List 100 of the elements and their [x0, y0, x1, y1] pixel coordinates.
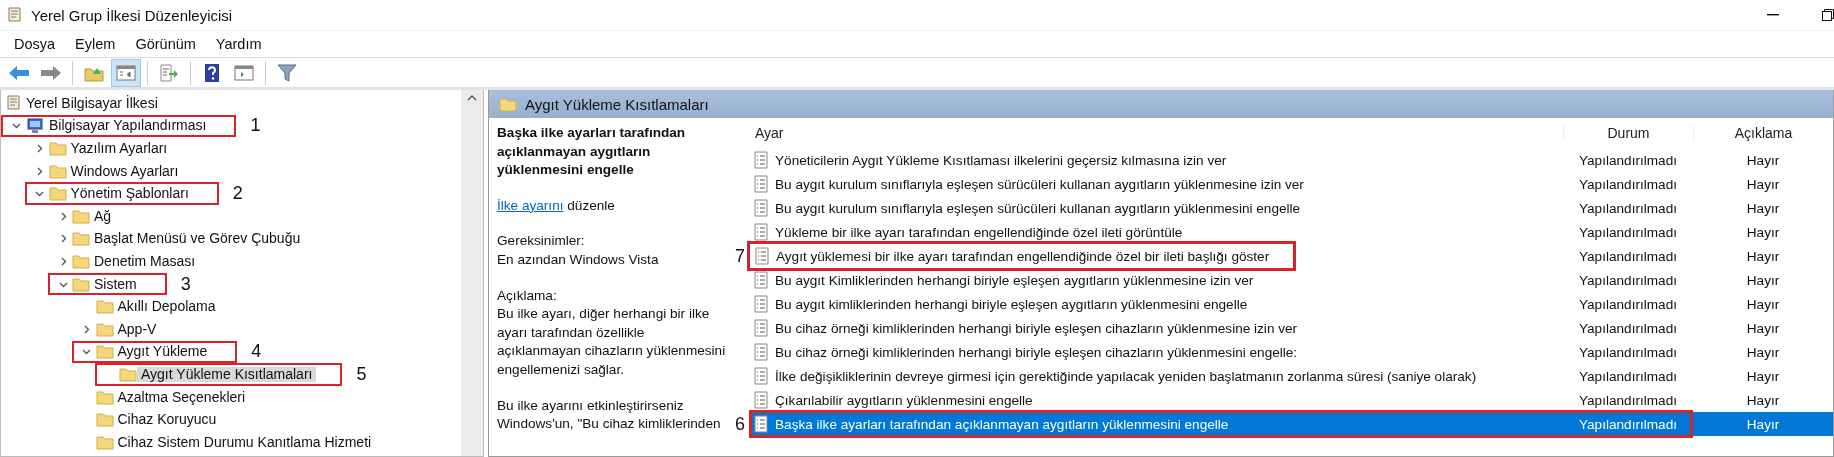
column-header[interactable]: Durum [1563, 125, 1693, 141]
tree-item[interactable]: Cihaz Sistem Durumu Kanıtlama Hizmeti [113, 434, 376, 450]
list-row[interactable]: Bu cihaz örneği kimliklerinden herhangi biriyle eşleşen cihazların yüklenmesini engelle: Yapılandırılmadı Hayır [751, 340, 1833, 364]
forward-arrow-icon [40, 64, 62, 81]
list-row[interactable]: Bu aygıt Kimliklerinden herhangi biriyle eşleşen aygıtların yüklenmesine izin ver Yapılandırılmadı Hayır [751, 268, 1833, 292]
explanation-text: Bu ilke ayarı, diğer herhangi bir ilke ayarı tarafından özellikle açıklanmayan cihazların yüklenmesini engellemenizi sağlar. [497, 305, 727, 379]
comment-cell-text: Hayır [1745, 416, 1781, 432]
requirements-text: En azından Windows Vista [497, 250, 659, 269]
setting-name: Bu aygıt kimliklerinden herhangi biriyle eşleşen aygıtların yüklenmesini engelle [775, 296, 1248, 312]
menu-item[interactable]: Eylem [65, 33, 126, 55]
list-row[interactable]: Yöneticilerin Aygıt Yükleme Kısıtlaması ilkelerini geçersiz kılmasına izin ver Yapılandırılmadı Hayır [751, 148, 1833, 172]
export-list-icon [159, 63, 179, 82]
menu-item[interactable]: Dosya [4, 33, 66, 55]
comment-cell-text: Hayır [1745, 176, 1781, 192]
list-row[interactable]: Bu cihaz örneği kimliklerinden herhangi biriyle eşleşen cihazların yüklenmesine izin ver Yapılandırılmadı Hayır [751, 316, 1833, 340]
folder-icon [95, 412, 114, 428]
requirements-label: Gereksinimler: [497, 232, 585, 251]
status-cell-text: Yapılandırılmadı [1578, 152, 1678, 168]
list-row[interactable]: Bu aygıt kurulum sınıflarıyla eşleşen sürücüleri kullanan aygıtların yüklenmesine izin ver Yapılandırılmadı Hayır [751, 172, 1833, 196]
window-title: Yerel Grup İlkesi Düzenleyicisi [31, 6, 234, 24]
setting-icon [754, 247, 770, 265]
setting-name: Bu cihaz örneği kimliklerinden herhangi biriyle eşleşen cihazların yüklenmesini engelle: [775, 344, 1298, 360]
setting-icon [753, 271, 769, 289]
column-header[interactable]: Açıklama [1693, 125, 1833, 141]
help-icon [204, 62, 220, 83]
list-row[interactable]: İlke değişikliklerinin devreye girmesi için gerektiğinde yapılacak yeniden başlatmanın zorlanma süresi (saniye olarak) Yapılandırılmadı Hayır [751, 364, 1833, 388]
expand-icon[interactable] [82, 324, 91, 334]
comment-cell-text: Hayır [1745, 296, 1781, 312]
collapse-icon[interactable] [11, 121, 21, 131]
tree-item[interactable]: Denetim Masası [90, 253, 200, 269]
setting-name: Bu aygıt kurulum sınıflarıyla eşleşen sürücüleri kullanan aygıtların yüklenmesini engelle [775, 200, 1301, 216]
filter-icon [277, 63, 297, 82]
collapse-icon[interactable] [35, 189, 44, 199]
scroll-up-icon[interactable] [467, 94, 477, 101]
expand-icon[interactable] [35, 144, 44, 153]
callout-number: 3 [180, 273, 191, 295]
setting-name: Bu aygıt kurulum sınıflarıyla eşleşen sürücüleri kullanan aygıtların yüklenmesine izin ver [775, 176, 1304, 192]
folder-icon [95, 344, 114, 360]
status-cell-text: Yapılandırılmadı [1578, 176, 1678, 192]
explanation-text: Bu ilke ayarını etkinleştirirseniz Windows'un, "Bu cihaz kimliklerinden [497, 396, 722, 434]
menu-item[interactable]: Yardım [205, 33, 272, 55]
list-row[interactable]: Bu aygıt kurulum sınıflarıyla eşleşen sürücüleri kullanan aygıtların yüklenmesini engelle Yapılandırılmadı Hayır [751, 196, 1833, 220]
folder-icon [95, 434, 114, 450]
minimize-icon [1767, 14, 1779, 16]
callout-number: 6 [735, 413, 745, 435]
column-header[interactable]: Ayar [751, 125, 1563, 141]
setting-icon [753, 223, 769, 241]
expand-icon[interactable] [35, 166, 44, 176]
list-row[interactable]: Yükleme bir ilke ayarı tarafından engellendiğinde özel ileti görüntüle Yapılandırılmadı Hayır [751, 220, 1833, 244]
panel-title: Aygıt Yükleme Kısıtlamaları [525, 95, 709, 113]
callout-number: 4 [251, 341, 262, 363]
status-cell-text: Yapılandırılmadı [1578, 392, 1678, 408]
tree-item[interactable]: Başlat Menüsü ve Görev Çubuğu [90, 231, 305, 247]
setting-name: Bu cihaz örneği kimliklerinden herhangi biriyle eşleşen cihazların yüklenmesine izin ver [775, 320, 1298, 336]
comment-cell-text: Hayır [1745, 272, 1781, 288]
tree-item[interactable]: Windows Ayarları [66, 163, 183, 179]
setting-name: Başka ilke ayarları tarafından açıklanmayan aygıtların yüklenmesini engelle [775, 416, 1229, 432]
folder-icon [95, 321, 114, 337]
tree-item[interactable]: Cihaz Koruyucu [113, 412, 221, 428]
app-icon [6, 6, 23, 24]
comment-cell-text: Hayır [1745, 392, 1781, 408]
tree-item[interactable]: Akıllı Depolama [113, 299, 220, 315]
status-cell-text: Yapılandırılmadı [1578, 344, 1678, 360]
status-cell-text: Yapılandırılmadı [1578, 200, 1678, 216]
tree-item[interactable]: Ağ [90, 208, 116, 224]
comment-cell-text: Hayır [1745, 200, 1781, 216]
tree-item[interactable]: Yönetim Şablonları [66, 186, 193, 202]
tree-item[interactable]: Azaltma Seçenekleri [113, 389, 250, 405]
setting-icon [753, 175, 769, 193]
folder-icon [119, 366, 137, 382]
scrollbar[interactable] [461, 90, 483, 456]
comment-cell-text: Hayır [1745, 152, 1781, 168]
comment-cell-text: Hayır [1745, 248, 1781, 264]
edit-policy-link[interactable]: İlke ayarını [497, 197, 564, 213]
comment-cell-text: Hayır [1745, 368, 1781, 384]
list-row[interactable]: Bu aygıt kimliklerinden herhangi biriyle eşleşen aygıtların yüklenmesini engelle Yapılandırılmadı Hayır [751, 292, 1833, 316]
setting-icon [753, 295, 769, 313]
restore-icon [1822, 9, 1834, 21]
tree-item[interactable]: Bilgisayar Yapılandırması [45, 118, 211, 134]
setting-icon [753, 319, 769, 337]
list-row[interactable]: Çıkarılabilir aygıtların yüklenmesini engelle Yapılandırılmadı Hayır [751, 388, 1833, 412]
setting-name: Aygıt yüklemesi bir ilke ayarı tarafından engellendiğinde özel bir ileti başlığı göster [776, 248, 1270, 264]
folder-icon [95, 299, 114, 315]
folder-icon [95, 389, 114, 405]
computer-icon [25, 117, 45, 135]
policy-icon [5, 94, 22, 113]
status-cell-text: Yapılandırılmadı [1578, 224, 1678, 240]
callout-number: 2 [232, 183, 243, 205]
status-cell-text: Yapılandırılmadı [1578, 320, 1678, 336]
tree-item[interactable]: Yerel Bilgisayar İlkesi [22, 95, 162, 111]
tree-item[interactable]: Yazılım Ayarları [66, 141, 172, 156]
collapse-icon[interactable] [82, 347, 91, 357]
menu-item[interactable]: Görünüm [125, 33, 206, 55]
tree-item[interactable]: App-V [113, 321, 161, 337]
tree-item[interactable]: Aygıt Yükleme Kısıtlamaları [137, 366, 317, 382]
setting-name: Yöneticilerin Aygıt Yükleme Kısıtlaması ilkelerini geçersiz kılmasına izin ver [775, 152, 1227, 168]
action-pane-icon [234, 64, 254, 81]
tree-item[interactable]: Sistem [90, 276, 141, 292]
folder-icon [48, 186, 67, 202]
tree-item[interactable]: Aygıt Yükleme [113, 344, 212, 360]
